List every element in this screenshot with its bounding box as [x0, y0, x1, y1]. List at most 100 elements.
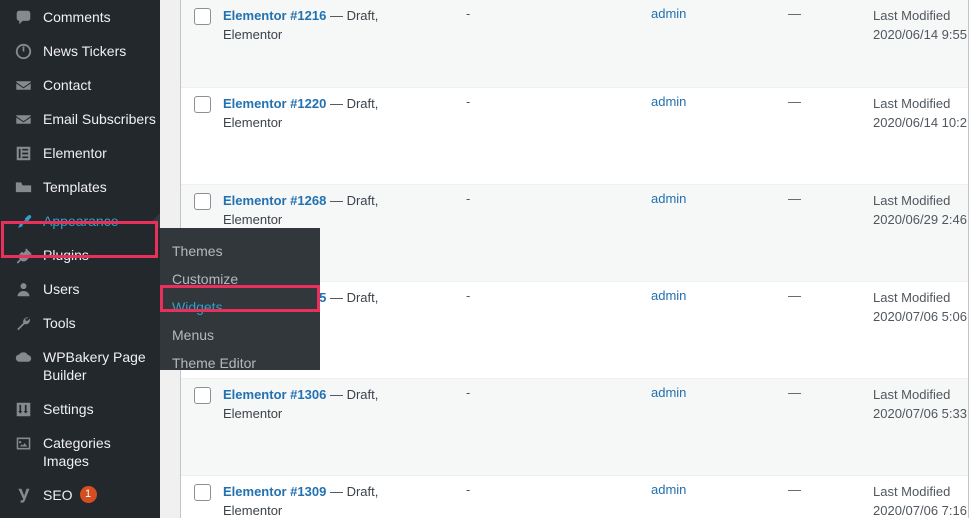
author-cell: admin — [651, 288, 788, 303]
categories-cell: — — [788, 288, 801, 303]
submenu-item-menus[interactable]: Menus — [160, 321, 320, 349]
author-cell: admin — [651, 482, 788, 497]
post-type-label: Elementor — [223, 212, 283, 227]
contact-envelope-icon — [12, 76, 34, 94]
author-cell: admin — [651, 6, 788, 21]
sidebar-item-plugins[interactable]: Plugins — [0, 238, 160, 272]
sidebar-item-email-subscribers[interactable]: Email Subscribers — [0, 102, 160, 136]
post-status-suffix: — Draft, — [329, 290, 379, 305]
sidebar-item-appearance[interactable]: Appearance — [0, 204, 160, 238]
row-checkbox[interactable] — [194, 193, 211, 210]
categories-cell: — — [788, 94, 801, 109]
categories-cell: — — [788, 6, 801, 21]
author-link[interactable]: admin — [651, 385, 686, 400]
post-title-link[interactable]: Elementor #1268 — [223, 193, 326, 208]
sidebar-item-news-tickers[interactable]: News Tickers — [0, 34, 160, 68]
comments-icon — [12, 8, 34, 26]
post-status-suffix: — Draft, — [329, 484, 379, 499]
table-row[interactable]: Elementor #1309 — Draft, Elementor - admin —… — [181, 476, 968, 518]
date-cell: Last Modified 2020/06/29 2:46 — [873, 191, 969, 229]
responses-cell: - — [466, 6, 471, 21]
date-label: Last Modified — [873, 96, 951, 111]
row-checkbox[interactable] — [194, 387, 211, 404]
sidebar-item-tools[interactable]: Tools — [0, 306, 160, 340]
date-cell: Last Modified 2020/07/06 7:16 — [873, 482, 969, 518]
row-checkbox[interactable] — [194, 8, 211, 25]
sidebar-item-wpbakery-page-builder[interactable]: WPBakery Page Builder — [0, 340, 160, 392]
sidebar-item-label: Contact — [43, 77, 92, 93]
responses-cell: - — [466, 385, 471, 400]
sidebar-item-label: Settings — [43, 401, 94, 417]
settings-sliders-icon — [12, 400, 34, 418]
elementor-icon — [12, 144, 34, 162]
sidebar-item-label: Plugins — [43, 247, 89, 263]
date-value: 2020/07/06 5:33 — [873, 406, 967, 421]
appearance-submenu-flyout: Themes Customize Widgets Menus Theme Editor — [160, 228, 320, 371]
submenu-item-theme-editor[interactable]: Theme Editor — [160, 349, 320, 377]
sidebar-item-label: Categories Images — [43, 435, 111, 469]
author-link[interactable]: admin — [651, 288, 686, 303]
row-select-cell — [181, 482, 223, 501]
date-label: Last Modified — [873, 387, 951, 402]
date-label: Last Modified — [873, 193, 951, 208]
table-row[interactable]: Elementor #1220 — Draft, Elementor - admin —… — [181, 88, 968, 185]
post-status-suffix: — Draft, — [329, 96, 379, 111]
users-icon — [12, 280, 34, 298]
table-row[interactable]: Elementor #1216 — Draft, Elementor - admin —… — [181, 0, 968, 88]
categories-cell: — — [788, 191, 801, 206]
date-cell: Last Modified 2020/07/06 5:06 — [873, 288, 969, 326]
sidebar-item-comments[interactable]: Comments — [0, 0, 160, 34]
author-cell: admin — [651, 191, 788, 206]
sidebar-item-contact[interactable]: Contact — [0, 68, 160, 102]
post-title-link[interactable]: Elementor #1216 — [223, 8, 326, 23]
author-link[interactable]: admin — [651, 6, 686, 21]
sidebar-item-elementor[interactable]: Elementor — [0, 136, 160, 170]
date-value: 2020/06/14 10:2 — [873, 115, 967, 130]
date-value: 2020/07/06 7:16 — [873, 503, 967, 518]
row-checkbox[interactable] — [194, 96, 211, 113]
date-cell: Last Modified 2020/06/14 10:2 — [873, 94, 969, 132]
post-title-link[interactable]: Elementor #1306 — [223, 387, 326, 402]
post-title-cell: Elementor #1268 — Draft, Elementor — [223, 191, 466, 229]
date-cell: Last Modified 2020/06/14 9:55 — [873, 6, 969, 44]
author-cell: admin — [651, 385, 788, 400]
author-link[interactable]: admin — [651, 191, 686, 206]
seo-yoast-icon — [12, 486, 34, 504]
post-type-label: Elementor — [223, 115, 283, 130]
admin-sidebar-menu: Comments News Tickers Contact Email Subscri… — [0, 0, 160, 518]
sidebar-item-label: Users — [43, 281, 80, 297]
submenu-item-widgets[interactable]: Widgets — [160, 293, 320, 321]
submenu-item-themes[interactable]: Themes — [160, 237, 320, 265]
news-tickers-icon — [12, 42, 34, 60]
row-checkbox[interactable] — [194, 484, 211, 501]
sidebar-item-label: SEO — [43, 487, 73, 503]
responses-cell: - — [466, 191, 471, 206]
sidebar-item-settings[interactable]: Settings — [0, 392, 160, 426]
post-title-link[interactable]: Elementor #1309 — [223, 484, 326, 499]
date-label: Last Modified — [873, 290, 951, 305]
date-label: Last Modified — [873, 484, 951, 499]
categories-cell: — — [788, 482, 801, 497]
categories-cell: — — [788, 385, 801, 400]
post-title-link[interactable]: Elementor #1220 — [223, 96, 326, 111]
date-cell: Last Modified 2020/07/06 5:33 — [873, 385, 969, 423]
post-title-cell: Elementor #1309 — Draft, Elementor — [223, 482, 466, 518]
plugins-plug-icon — [12, 246, 34, 264]
date-value: 2020/06/14 9:55 — [873, 27, 967, 42]
submenu-item-customize[interactable]: Customize — [160, 265, 320, 293]
sidebar-item-templates[interactable]: Templates — [0, 170, 160, 204]
row-select-cell — [181, 94, 223, 113]
sidebar-item-users[interactable]: Users — [0, 272, 160, 306]
row-select-cell — [181, 6, 223, 25]
sidebar-item-seo[interactable]: SEO 1 — [0, 478, 160, 512]
email-envelope-icon — [12, 110, 34, 128]
table-row[interactable]: Elementor #1306 — Draft, Elementor - admin —… — [181, 379, 968, 476]
sidebar-item-categories-images[interactable]: Categories Images — [0, 426, 160, 478]
row-select-cell — [181, 385, 223, 404]
author-link[interactable]: admin — [651, 94, 686, 109]
date-label: Last Modified — [873, 8, 951, 23]
author-link[interactable]: admin — [651, 482, 686, 497]
post-title-cell: Elementor #1220 — Draft, Elementor — [223, 94, 466, 132]
templates-folder-icon — [12, 178, 34, 196]
post-status-suffix: — Draft, — [329, 193, 379, 208]
